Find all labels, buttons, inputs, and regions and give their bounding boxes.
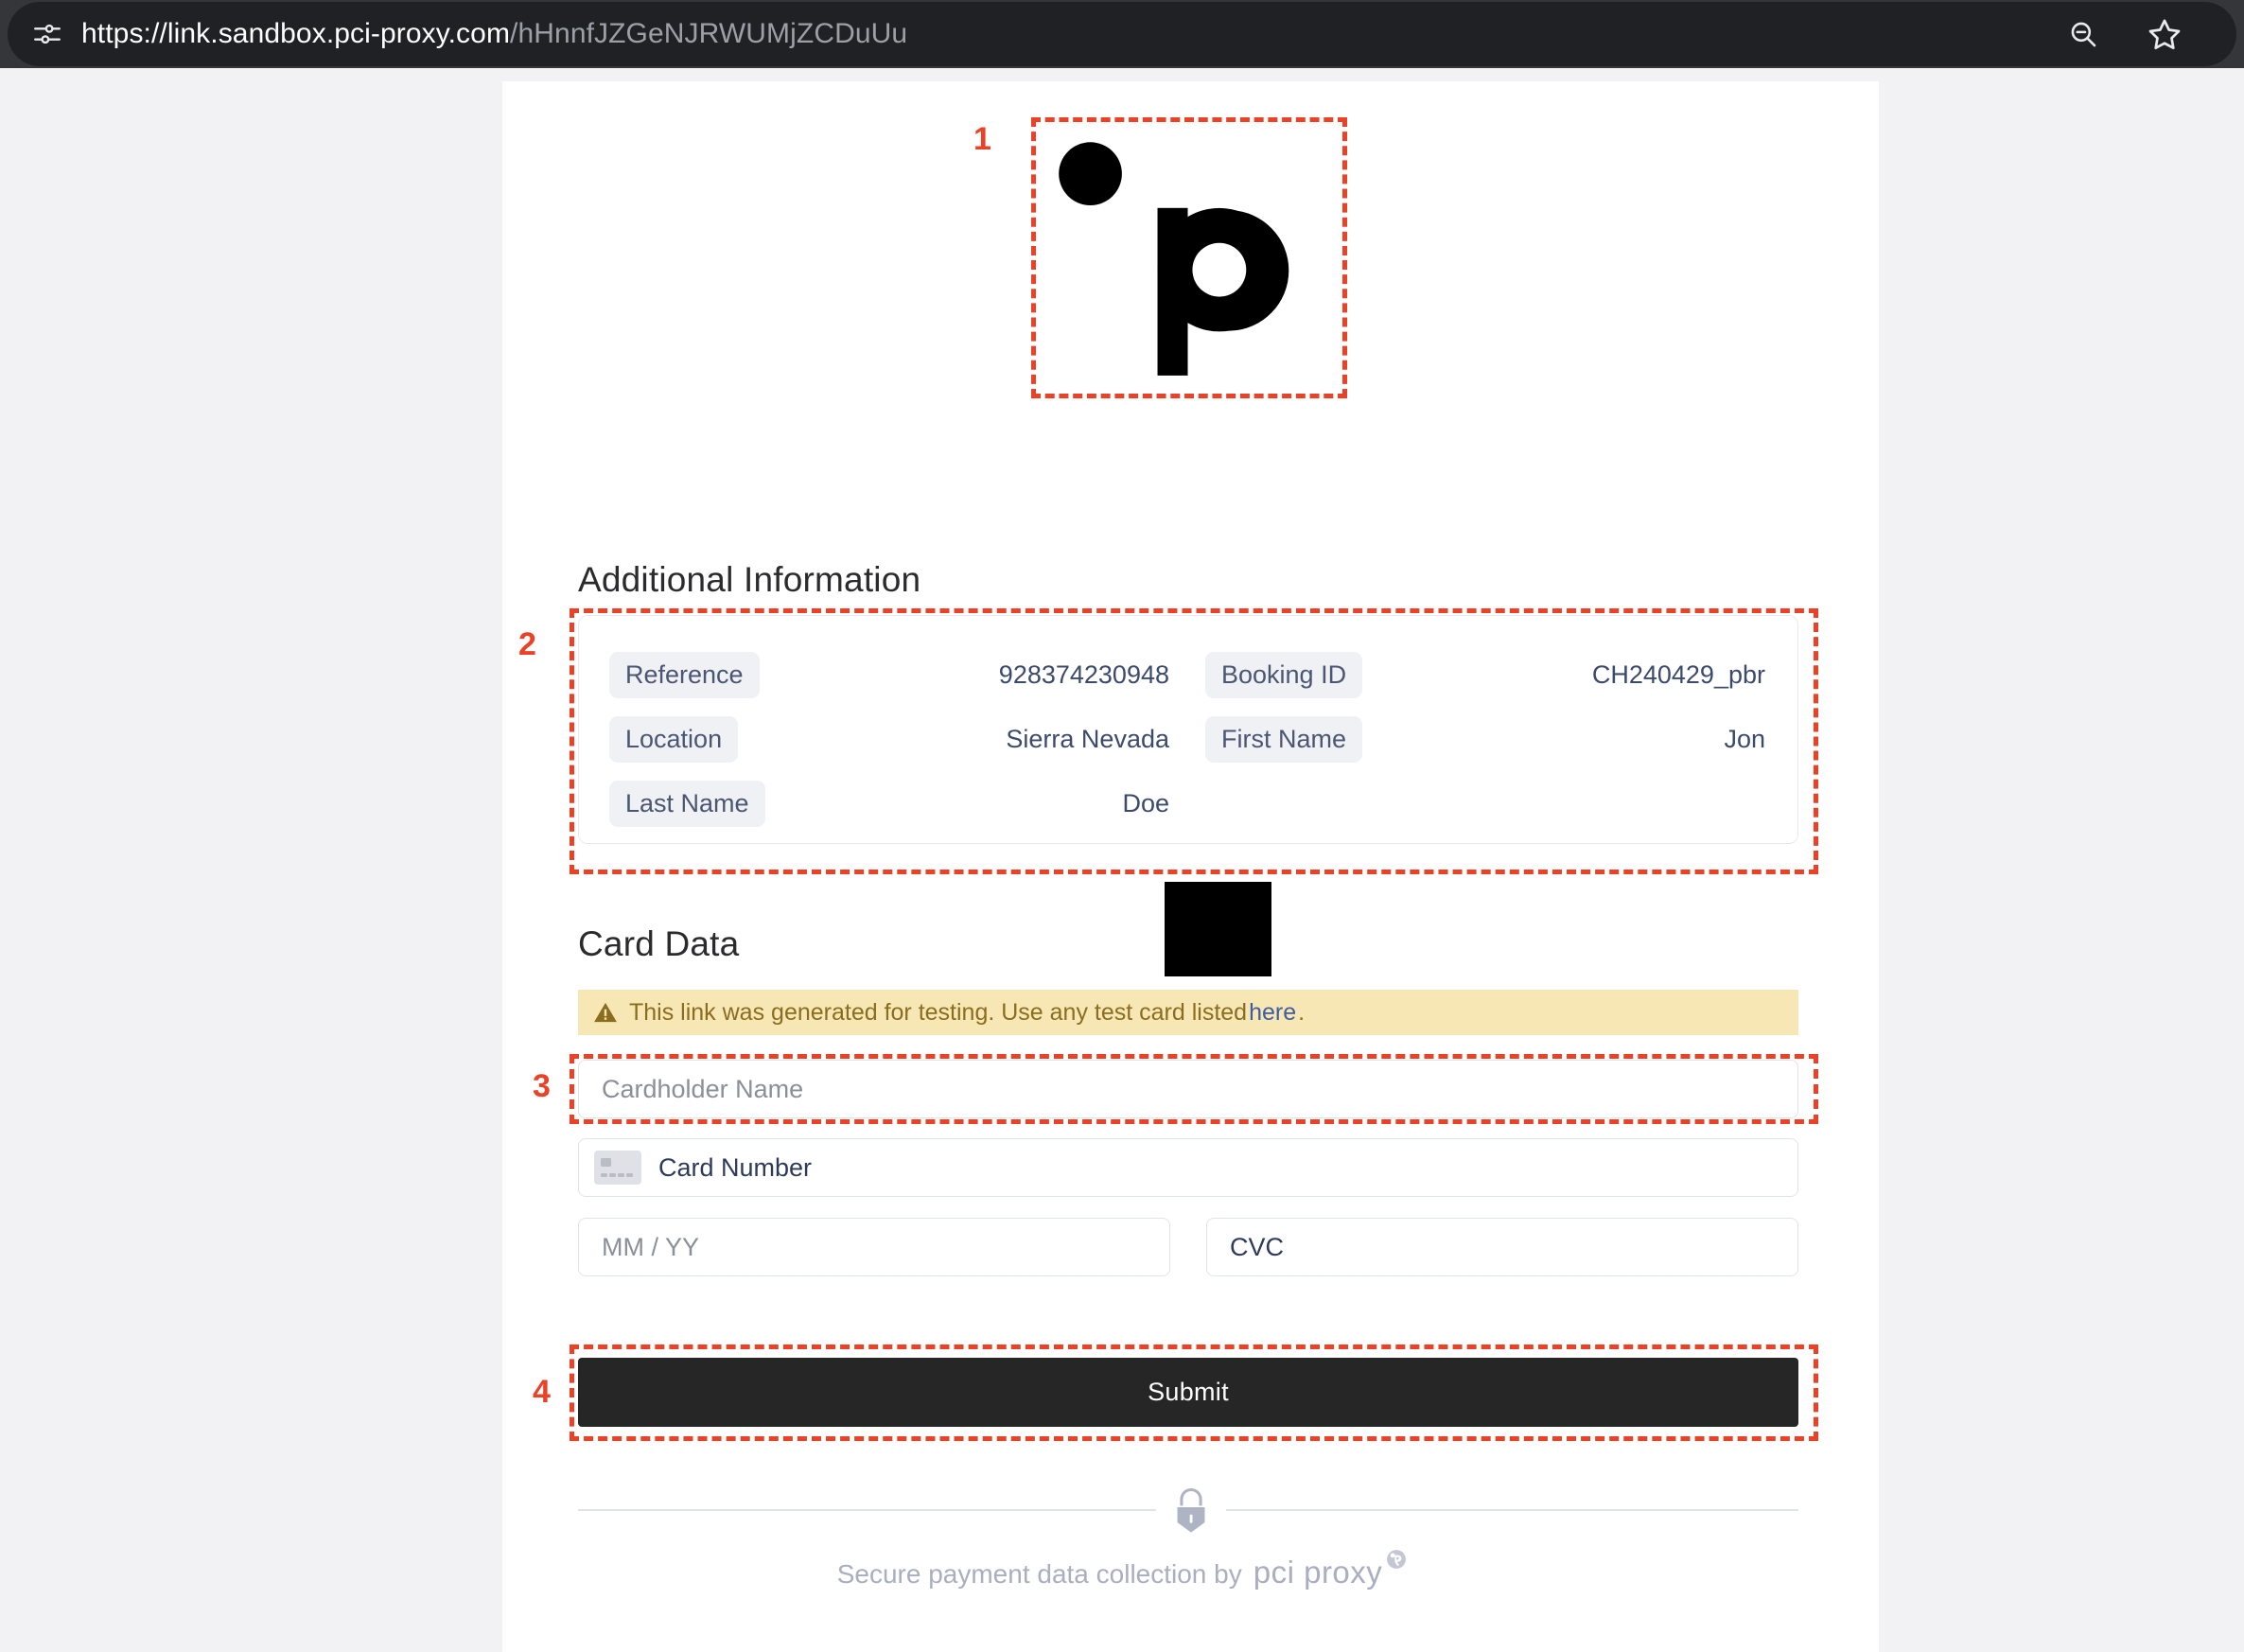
- page-root: https://link.sandbox.pci-proxy.com/hHnnf…: [0, 0, 2244, 1652]
- info-row: Last Name Doe: [609, 771, 1171, 835]
- site-settings-icon[interactable]: [26, 13, 68, 55]
- test-cards-link[interactable]: here: [1249, 999, 1296, 1027]
- card-number-input[interactable]: Card Number: [578, 1138, 1798, 1197]
- expiry-placeholder: MM / YY: [602, 1232, 700, 1261]
- info-label: Booking ID: [1205, 651, 1363, 698]
- address-bar-actions: [2062, 13, 2185, 55]
- info-value: CH240429_pbr: [1591, 659, 1765, 689]
- info-label: First Name: [1205, 715, 1363, 763]
- info-label: Last Name: [609, 780, 765, 827]
- url-path: /hHnnfJZGeNJRWUMjZCDuUu: [510, 18, 908, 49]
- info-label: Location: [609, 715, 739, 763]
- zoom-out-icon[interactable]: [2062, 13, 2104, 55]
- additional-information-card: Reference 928374230948 Booking ID CH2404…: [578, 615, 1798, 844]
- info-value: Sierra Nevada: [1006, 724, 1169, 753]
- additional-information-grid: Reference 928374230948 Booking ID CH2404…: [609, 642, 1767, 835]
- info-value: Jon: [1724, 724, 1765, 753]
- footer-credit-text: Secure payment data collection by: [836, 1559, 1242, 1589]
- notice-text-after: .: [1298, 998, 1306, 1026]
- footer-brand-name: pci proxy: [1253, 1555, 1383, 1590]
- expiry-date-input[interactable]: MM / YY: [578, 1218, 1170, 1276]
- registered-mark-icon: [1386, 1546, 1407, 1576]
- cvc-input[interactable]: CVC: [1206, 1218, 1798, 1276]
- lock-icon: [1156, 1479, 1226, 1541]
- logo-icon: [1059, 142, 1289, 376]
- cardholder-name-input[interactable]: Cardholder Name: [578, 1060, 1798, 1118]
- notice-text: This link was generated for testing. Use…: [629, 998, 1248, 1026]
- info-row: Reference 928374230948: [609, 642, 1171, 707]
- card-number-placeholder: Card Number: [658, 1152, 813, 1182]
- info-row: First Name Jon: [1205, 707, 1767, 771]
- bookmark-star-icon[interactable]: [2144, 13, 2185, 55]
- pci-proxy-logo: [1037, 123, 1311, 397]
- test-mode-notice: This link was generated for testing. Use…: [578, 990, 1798, 1035]
- annotation-number-4: 4: [533, 1374, 551, 1410]
- credit-card-icon: [594, 1151, 641, 1185]
- info-label: Reference: [609, 651, 760, 698]
- info-value: 928374230948: [998, 659, 1169, 689]
- url-text[interactable]: https://link.sandbox.pci-proxy.com/hHnnf…: [81, 18, 907, 50]
- annotation-number-3: 3: [533, 1068, 551, 1104]
- cardholder-name-placeholder: Cardholder Name: [602, 1074, 804, 1103]
- browser-toolbar: https://link.sandbox.pci-proxy.com/hHnnf…: [0, 0, 2244, 68]
- footer-credit: Secure payment data collection by pci pro…: [0, 1550, 2244, 1590]
- redaction-block: [1165, 882, 1271, 976]
- annotation-number-2: 2: [518, 626, 536, 662]
- warning-triangle-icon: [593, 1000, 618, 1025]
- info-value: Doe: [1122, 788, 1169, 817]
- cvc-placeholder: CVC: [1230, 1232, 1285, 1261]
- url-origin: https://link.sandbox.pci-proxy.com: [81, 18, 511, 49]
- additional-information-heading: Additional Information: [578, 560, 921, 599]
- submit-button[interactable]: Submit: [578, 1358, 1798, 1427]
- info-row: Booking ID CH240429_pbr: [1205, 642, 1767, 707]
- address-bar[interactable]: https://link.sandbox.pci-proxy.com/hHnnf…: [8, 2, 2236, 66]
- annotation-number-1: 1: [973, 121, 991, 157]
- info-row: Location Sierra Nevada: [609, 707, 1171, 771]
- card-data-heading: Card Data: [578, 924, 740, 963]
